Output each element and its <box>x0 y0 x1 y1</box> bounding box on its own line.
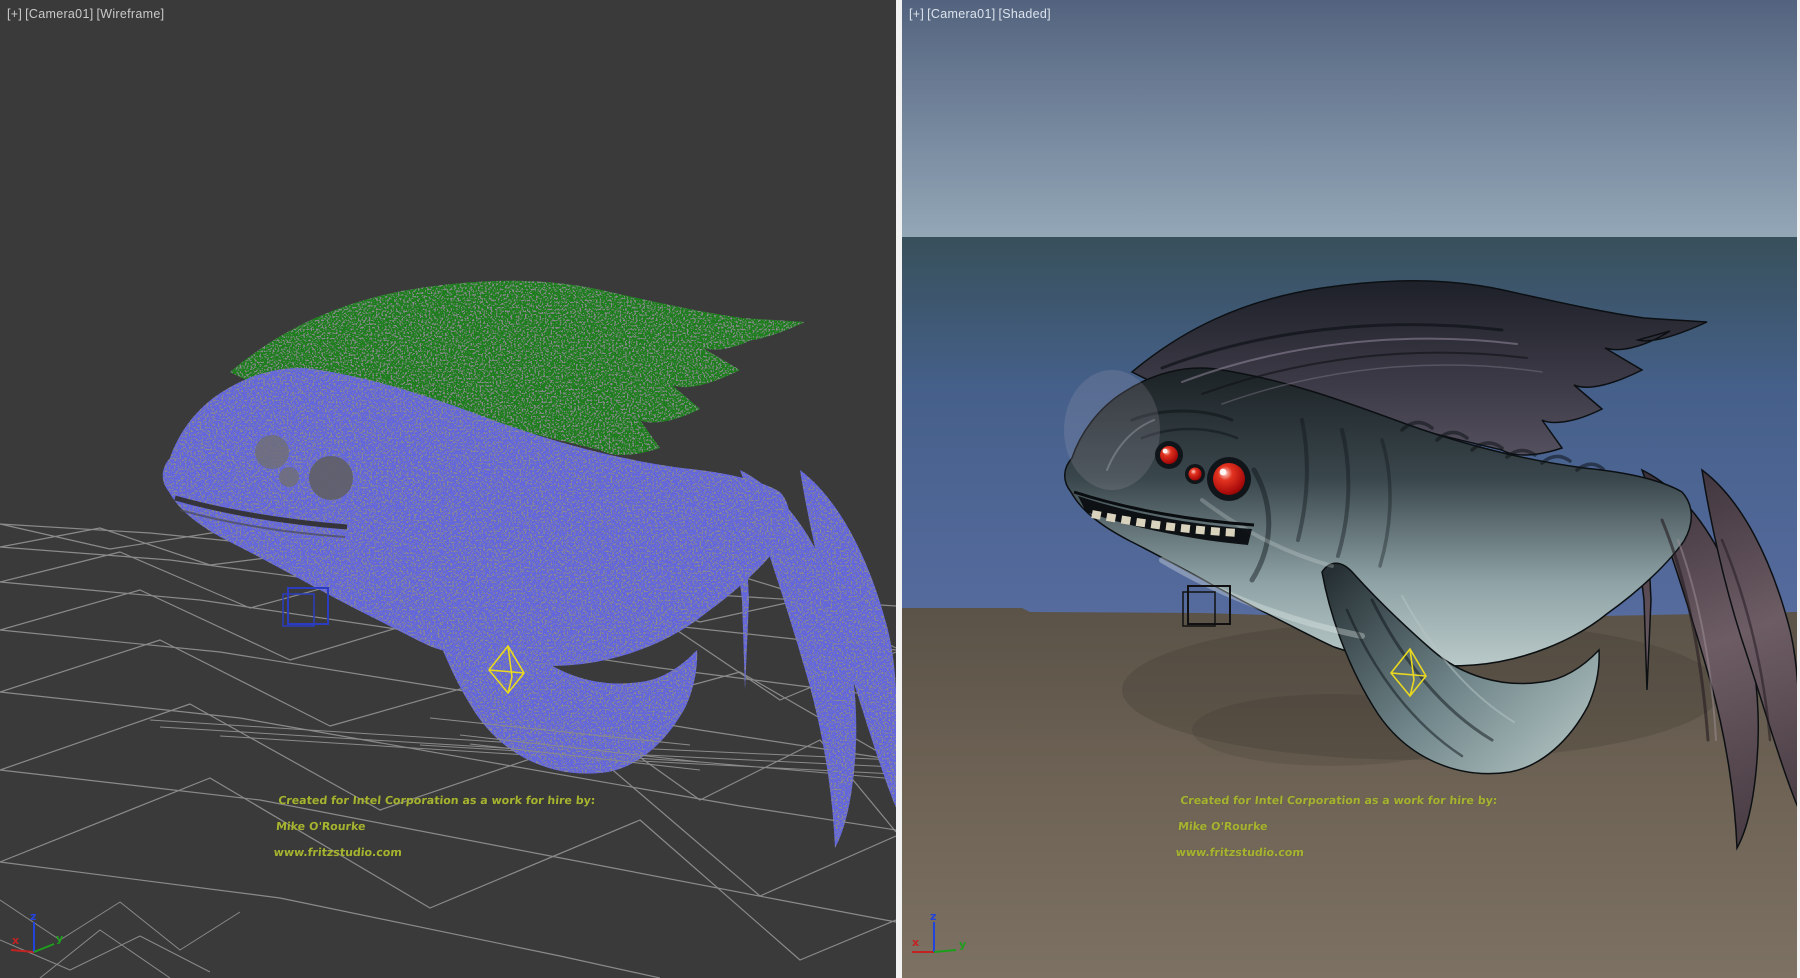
label-pov-menu[interactable]: [+] <box>909 7 924 21</box>
axis-tripod: x z y <box>4 910 74 970</box>
viewport-shaded[interactable]: [+] [Camera01] [Shaded] Created for Inte… <box>902 0 1797 978</box>
label-camera-menu[interactable]: [Camera01] <box>927 7 995 21</box>
viewport-label-left: [+] [Camera01] [Wireframe] <box>7 7 164 21</box>
viewport-label-right: [+] [Camera01] [Shaded] <box>909 7 1051 21</box>
axis-y-label: y <box>56 932 63 945</box>
label-shading-menu[interactable]: [Wireframe] <box>96 7 164 21</box>
viewport-wireframe[interactable]: [+] [Camera01] [Wireframe] Created for I… <box>0 0 896 978</box>
watermark-text: Created for Intel Corporation as a work … <box>1175 794 1498 859</box>
axis-tripod: x z y <box>906 910 976 970</box>
label-shading-menu[interactable]: [Shaded] <box>998 7 1050 21</box>
axis-z-label: z <box>30 910 36 923</box>
max-viewport-stage: [+] [Camera01] [Wireframe] Created for I… <box>0 0 1800 978</box>
eye-tiny <box>1189 468 1202 481</box>
sky-upper <box>902 0 1797 237</box>
label-pov-menu[interactable]: [+] <box>7 7 22 21</box>
axis-y-label: y <box>959 938 966 951</box>
label-camera-menu[interactable]: [Camera01] <box>25 7 93 21</box>
axis-z-label: z <box>930 910 936 923</box>
eye-small <box>1160 446 1178 464</box>
axis-x-label: x <box>12 934 19 947</box>
axis-x-label: x <box>912 936 919 949</box>
eye-large <box>1213 463 1245 495</box>
watermark-text: Created for Intel Corporation as a work … <box>273 794 596 859</box>
